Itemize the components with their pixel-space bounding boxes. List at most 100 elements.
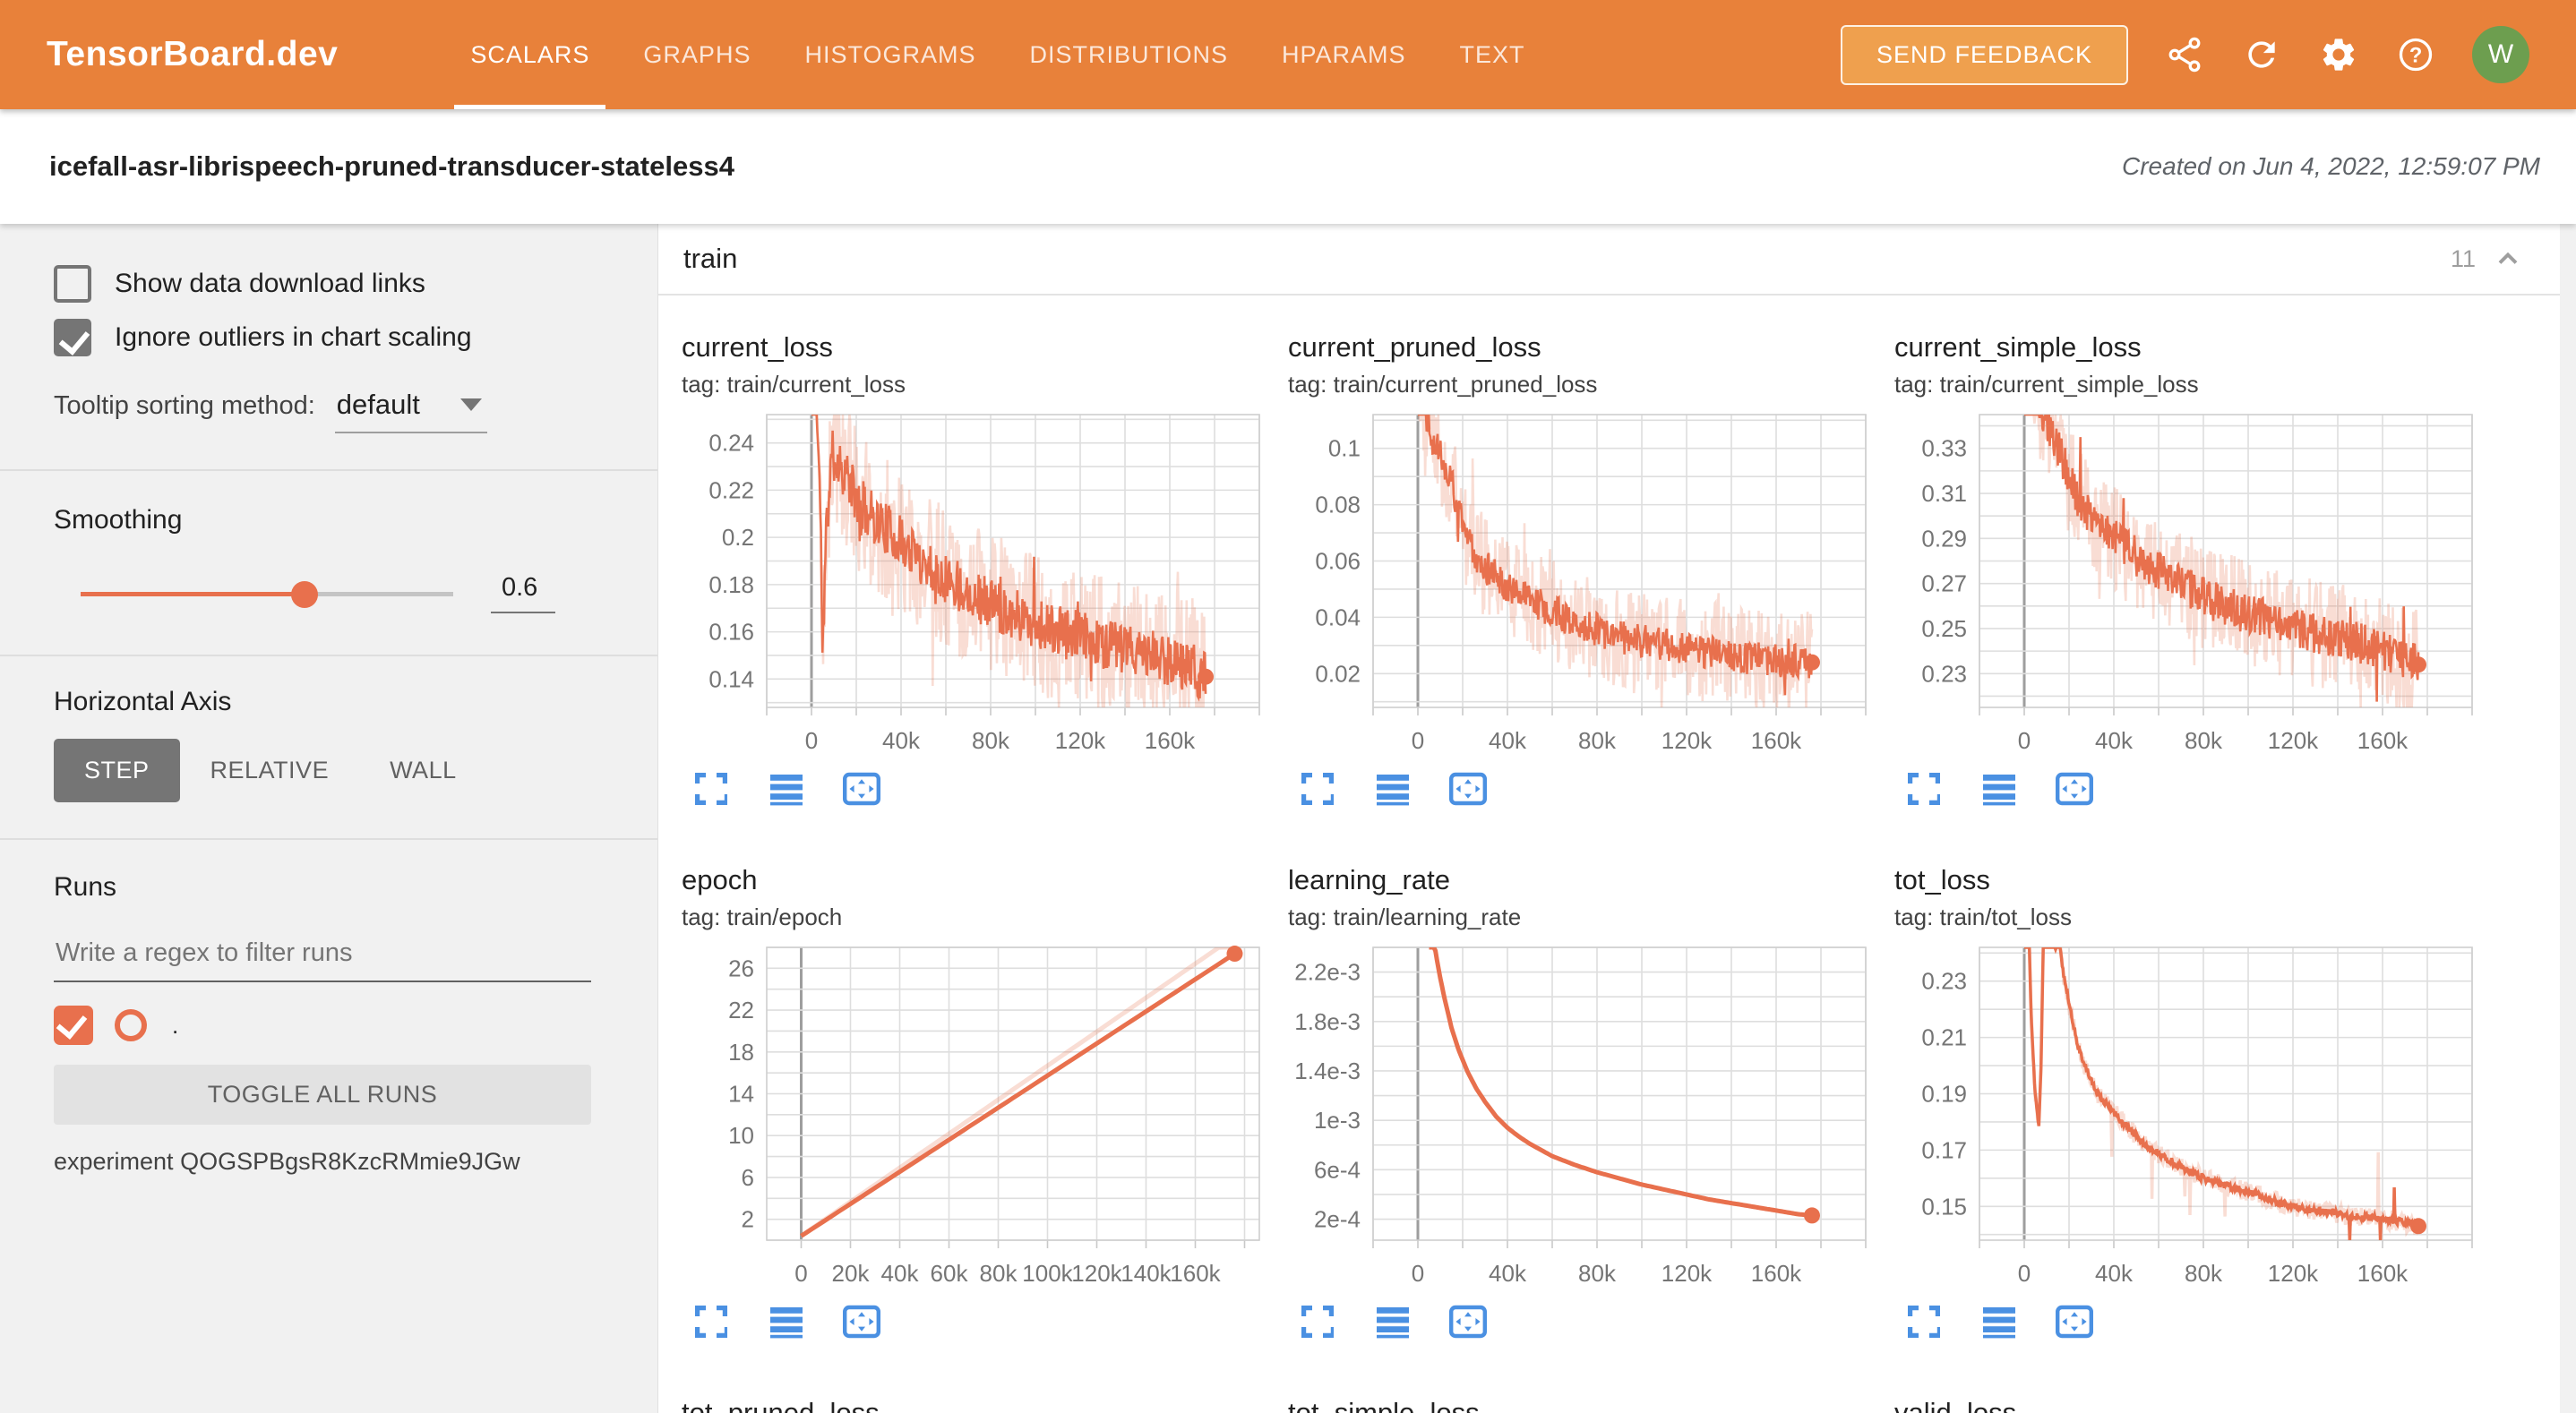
tab-distributions[interactable]: DISTRIBUTIONS xyxy=(1002,0,1255,109)
experiment-id: experiment QOGSPBgsR8KzcRMmie9JGw xyxy=(54,1148,595,1176)
ignore-outliers-checkbox[interactable] xyxy=(54,319,91,356)
lines-icon xyxy=(1978,1300,2021,1343)
lines-icon xyxy=(765,767,808,810)
svg-text:0.02: 0.02 xyxy=(1315,660,1361,687)
svg-text:160k: 160k xyxy=(2357,1260,2409,1287)
svg-text:22: 22 xyxy=(728,997,754,1023)
tab-hparams[interactable]: HPARAMS xyxy=(1255,0,1433,109)
expand-chart-button[interactable] xyxy=(1290,764,1345,814)
ignore-outliers-row[interactable]: Ignore outliers in chart scaling xyxy=(54,319,595,356)
collapse-control[interactable]: 11 xyxy=(2451,243,2524,275)
chart-current_simple_loss: current_simple_losstag: train/current_si… xyxy=(1894,331,2486,814)
toggle-y-axis-button[interactable] xyxy=(759,764,814,814)
show-download-links-row[interactable]: Show data download links xyxy=(54,265,595,303)
svg-text:0.22: 0.22 xyxy=(708,476,754,503)
settings-sidebar: Show data download links Ignore outliers… xyxy=(0,224,657,1413)
svg-text:0.33: 0.33 xyxy=(1921,435,1967,462)
chart-plot-current_simple_loss[interactable]: 040k80k120k160k0.230.250.270.290.310.33 xyxy=(1894,407,2486,758)
expand-chart-button[interactable] xyxy=(1896,764,1952,814)
toggle-y-axis-button[interactable] xyxy=(1365,764,1421,814)
run-color-swatch[interactable] xyxy=(115,1009,147,1041)
chart-title: valid_loss xyxy=(1894,1397,2486,1413)
run-checkbox[interactable] xyxy=(54,1006,93,1045)
train-section-header[interactable]: train 11 xyxy=(658,224,2560,295)
fit-domain-button[interactable] xyxy=(834,1297,889,1347)
svg-text:?: ? xyxy=(2409,43,2423,67)
chart-plot-learning_rate[interactable]: 040k80k120k160k2e-46e-41e-31.4e-31.8e-32… xyxy=(1288,940,1879,1291)
expand-icon xyxy=(1296,767,1339,810)
expand-icon xyxy=(1902,767,1945,810)
sidebar-divider xyxy=(0,838,657,840)
runs-filter-input[interactable] xyxy=(54,933,591,982)
svg-text:2e-4: 2e-4 xyxy=(1314,1206,1361,1233)
chart-title: current_loss xyxy=(682,331,1273,364)
tab-graphs[interactable]: GRAPHS xyxy=(616,0,777,109)
tab-histograms[interactable]: HISTOGRAMS xyxy=(777,0,1002,109)
chart-title: epoch xyxy=(682,864,1273,896)
send-feedback-button[interactable]: SEND FEEDBACK xyxy=(1841,25,2128,85)
smoothing-slider[interactable] xyxy=(81,578,453,610)
svg-text:80k: 80k xyxy=(1578,727,1617,754)
svg-text:0.06: 0.06 xyxy=(1315,548,1361,575)
fit-domain-button[interactable] xyxy=(834,764,889,814)
chart-plot-tot_loss[interactable]: 040k80k120k160k0.150.170.190.210.23 xyxy=(1894,940,2486,1291)
toggle-y-axis-button[interactable] xyxy=(1971,764,2027,814)
chart-tag: tag: train/epoch xyxy=(682,903,1273,931)
toggle-y-axis-button[interactable] xyxy=(1971,1297,2027,1347)
settings-icon[interactable] xyxy=(2318,34,2359,75)
svg-text:0.17: 0.17 xyxy=(1921,1136,1967,1163)
expand-chart-button[interactable] xyxy=(683,1297,739,1347)
chart-current_pruned_loss: current_pruned_losstag: train/current_pr… xyxy=(1288,331,1879,814)
slider-handle[interactable] xyxy=(291,581,318,608)
svg-text:80k: 80k xyxy=(2185,1260,2223,1287)
expand-chart-button[interactable] xyxy=(1290,1297,1345,1347)
svg-text:0: 0 xyxy=(794,1260,807,1287)
toggle-y-axis-button[interactable] xyxy=(759,1297,814,1347)
svg-text:0: 0 xyxy=(805,727,818,754)
chart-plot-current_loss[interactable]: 040k80k120k160k0.140.160.180.20.220.24 xyxy=(682,407,1273,758)
expand-icon xyxy=(1296,1300,1339,1343)
run-row: . xyxy=(54,1006,595,1045)
chart-tot_pruned_loss: tot_pruned_losstag: train/tot_pruned_los… xyxy=(682,1397,1273,1413)
horizontal-axis-buttons: STEP RELATIVE WALL xyxy=(54,739,595,802)
svg-text:160k: 160k xyxy=(2357,727,2409,754)
svg-text:80k: 80k xyxy=(1578,1260,1617,1287)
svg-text:0.04: 0.04 xyxy=(1315,604,1361,630)
chart-plot-current_pruned_loss[interactable]: 040k80k120k160k0.020.040.060.080.1 xyxy=(1288,407,1879,758)
share-icon[interactable] xyxy=(2164,34,2205,75)
sidebar-divider xyxy=(0,469,657,471)
show-download-links-label: Show data download links xyxy=(115,269,425,299)
chart-plot-epoch[interactable]: 020k40k60k80k100k120k140k160k26101418222… xyxy=(682,940,1273,1291)
tooltip-sorting-label: Tooltip sorting method: xyxy=(54,391,315,421)
chart-tag: tag: train/current_pruned_loss xyxy=(1288,371,1879,398)
avatar[interactable]: W xyxy=(2472,26,2529,83)
refresh-icon[interactable] xyxy=(2241,34,2282,75)
svg-text:80k: 80k xyxy=(2185,727,2223,754)
svg-text:40k: 40k xyxy=(2095,727,2134,754)
expand-chart-button[interactable] xyxy=(683,764,739,814)
tab-text[interactable]: TEXT xyxy=(1433,0,1552,109)
axis-relative-button[interactable]: RELATIVE xyxy=(180,739,360,802)
fit-domain-button[interactable] xyxy=(2047,764,2102,814)
axis-wall-button[interactable]: WALL xyxy=(359,739,487,802)
svg-text:120k: 120k xyxy=(1662,1260,1713,1287)
chart-actions xyxy=(683,1297,1273,1347)
svg-text:120k: 120k xyxy=(1662,727,1713,754)
smoothing-value[interactable]: 0.6 xyxy=(491,573,555,613)
axis-step-button[interactable]: STEP xyxy=(54,739,180,802)
svg-text:160k: 160k xyxy=(1751,1260,1802,1287)
lines-icon xyxy=(1371,1300,1414,1343)
svg-text:0.23: 0.23 xyxy=(1921,660,1967,687)
tooltip-sorting-dropdown[interactable]: default xyxy=(335,389,487,433)
svg-text:1.4e-3: 1.4e-3 xyxy=(1294,1058,1361,1084)
fit-domain-button[interactable] xyxy=(1440,1297,1496,1347)
tab-scalars[interactable]: SCALARS xyxy=(443,0,616,109)
help-icon[interactable]: ? xyxy=(2395,34,2436,75)
toggle-all-runs-button[interactable]: TOGGLE ALL RUNS xyxy=(54,1065,591,1125)
fit-domain-button[interactable] xyxy=(2047,1297,2102,1347)
svg-text:1.8e-3: 1.8e-3 xyxy=(1294,1008,1361,1035)
fit-domain-button[interactable] xyxy=(1440,764,1496,814)
expand-chart-button[interactable] xyxy=(1896,1297,1952,1347)
toggle-y-axis-button[interactable] xyxy=(1365,1297,1421,1347)
show-download-links-checkbox[interactable] xyxy=(54,265,91,303)
